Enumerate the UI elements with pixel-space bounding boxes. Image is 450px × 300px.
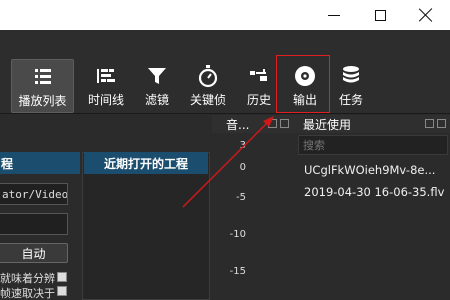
toolbar-timeline-label: 时间线	[87, 93, 124, 107]
path-field[interactable]: ator/Videos	[0, 183, 68, 205]
audio-meter-close-button[interactable]	[280, 119, 289, 128]
name-field[interactable]	[0, 213, 68, 235]
recent-projects-panel	[82, 152, 210, 300]
left-panel-header-text: 程	[1, 156, 14, 171]
meter-tick: -5	[236, 192, 246, 203]
recent-projects-header: 近期打开的工程	[84, 152, 208, 174]
meter-tick: -15	[229, 266, 246, 277]
toolbar-filter-button[interactable]: 滤镜	[140, 59, 174, 113]
keyframe-stopwatch-icon	[198, 65, 218, 88]
close-icon	[419, 8, 433, 22]
recent-projects-header-text: 近期打开的工程	[103, 156, 188, 171]
maximize-button[interactable]	[360, 0, 400, 30]
meter-tick: 3	[239, 140, 246, 151]
option-text-1: 就味着分辨	[0, 272, 55, 285]
toolbar-playlist-label: 播放列表	[18, 94, 67, 108]
left-panel-header: 程	[0, 152, 80, 174]
toolbar-history-button[interactable]: 历史	[242, 59, 276, 113]
export-highlight-box	[276, 55, 330, 113]
toolbar-keyframes-label: 关键侦	[189, 93, 226, 107]
toolbar-keyframes-button[interactable]: 关键侦	[186, 59, 230, 113]
maximize-icon	[374, 9, 386, 21]
toolbar-jobs-label: 任务	[338, 93, 363, 107]
close-button[interactable]	[406, 0, 446, 30]
playlist-icon	[34, 69, 51, 84]
auto-button[interactable]: 自动	[0, 243, 68, 263]
toolbar-filter-label: 滤镜	[144, 93, 169, 107]
jobs-stack-icon	[343, 66, 359, 83]
minimize-icon	[328, 14, 340, 16]
toolbar-spacer	[0, 30, 450, 50]
meter-tick: 0	[239, 162, 246, 173]
recent-files-search-input[interactable]	[298, 135, 448, 155]
audio-meter-float-button[interactable]	[268, 119, 277, 128]
recent-file-item[interactable]: UCglFkWOieh9Mv-8e...	[304, 163, 448, 177]
path-field-value: ator/Videos	[2, 187, 68, 201]
toolbar-jobs-button[interactable]: 任务	[334, 59, 368, 113]
audio-meter-title: 音...	[226, 117, 250, 132]
recent-file-item[interactable]: 2019-04-30 16-06-35.flv	[304, 185, 448, 199]
window-titlebar	[0, 0, 450, 30]
scroll-down-arrow[interactable]	[57, 286, 67, 296]
filter-icon	[148, 68, 166, 84]
recent-files-float-button[interactable]	[425, 119, 434, 128]
recent-files-close-button[interactable]	[437, 119, 446, 128]
history-icon	[250, 69, 267, 81]
option-text-2: 帧速取决于	[0, 287, 55, 300]
toolbar-timeline-button[interactable]: 时间线	[84, 59, 128, 113]
meter-tick: -10	[229, 229, 246, 240]
recent-files-title: 最近使用	[303, 117, 352, 132]
auto-button-label: 自动	[21, 246, 46, 261]
timeline-icon	[97, 69, 115, 83]
minimize-button[interactable]	[314, 0, 354, 30]
toolbar-playlist-button[interactable]: 播放列表	[11, 59, 74, 113]
scroll-up-arrow[interactable]	[57, 272, 67, 282]
toolbar-history-label: 历史	[246, 93, 271, 107]
